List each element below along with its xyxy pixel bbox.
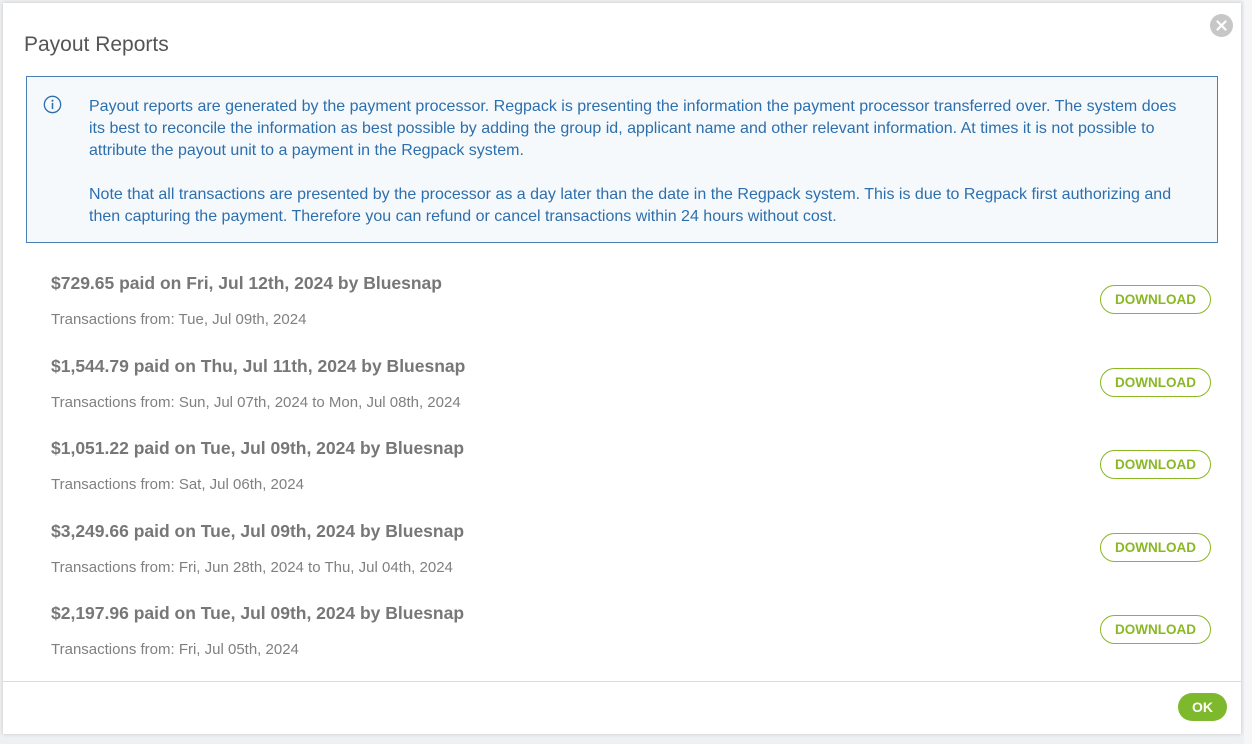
info-notice: Payout reports are generated by the paym… bbox=[26, 76, 1218, 243]
payout-item: $2,197.96 paid on Tue, Jul 09th, 2024 by… bbox=[51, 593, 1211, 676]
payout-transaction-range: Transactions from: Tue, Jul 09th, 2024 bbox=[51, 311, 307, 328]
payout-title: $1,051.22 paid on Tue, Jul 09th, 2024 by… bbox=[51, 438, 465, 459]
payout-title: $3,249.66 paid on Tue, Jul 09th, 2024 by… bbox=[51, 520, 465, 541]
payout-title: $1,544.79 paid on Thu, Jul 11th, 2024 by… bbox=[51, 355, 466, 376]
payout-reports-modal: Payout Reports Payout reports are genera… bbox=[3, 3, 1241, 734]
payout-transaction-range: Transactions from: Sat, Jul 06th, 2024 bbox=[51, 476, 304, 494]
payout-item: $3,249.66 paid on Tue, Jul 09th, 2024 by… bbox=[51, 511, 1211, 594]
payout-title: $2,197.96 paid on Tue, Jul 09th, 2024 by… bbox=[51, 603, 465, 624]
info-text: Payout reports are generated by the paym… bbox=[89, 96, 1189, 228]
modal-title: Payout Reports bbox=[24, 33, 169, 56]
info-icon bbox=[43, 95, 62, 114]
download-button[interactable]: DOWNLOAD bbox=[1100, 367, 1211, 397]
download-button[interactable]: DOWNLOAD bbox=[1100, 532, 1211, 562]
payout-title: $729.65 paid on Fri, Jul 12th, 2024 by B… bbox=[51, 273, 442, 293]
payout-item: $729.65 paid on Fri, Jul 12th, 2024 by B… bbox=[51, 263, 1211, 346]
payout-list: $729.65 paid on Fri, Jul 12th, 2024 by B… bbox=[51, 263, 1211, 676]
ok-button[interactable]: OK bbox=[1178, 693, 1227, 721]
footer-divider bbox=[3, 681, 1241, 682]
payout-transaction-range: Transactions from: Fri, Jun 28th, 2024 t… bbox=[51, 558, 453, 576]
payout-item: $1,051.22 paid on Tue, Jul 09th, 2024 by… bbox=[51, 428, 1211, 511]
close-icon bbox=[1216, 20, 1227, 31]
close-button[interactable] bbox=[1210, 14, 1233, 37]
background-page-edge bbox=[1244, 0, 1252, 744]
info-paragraph-timing: Note that all transactions are presented… bbox=[89, 186, 1172, 225]
download-button[interactable]: DOWNLOAD bbox=[1100, 450, 1211, 480]
download-button[interactable]: DOWNLOAD bbox=[1100, 285, 1211, 314]
payout-transaction-range: Transactions from: Sun, Jul 07th, 2024 t… bbox=[51, 393, 461, 411]
payout-transaction-range: Transactions from: Fri, Jul 05th, 2024 bbox=[51, 641, 299, 659]
payout-item: $1,544.79 paid on Thu, Jul 11th, 2024 by… bbox=[51, 346, 1211, 429]
download-button[interactable]: DOWNLOAD bbox=[1100, 615, 1211, 645]
info-paragraph-processor: Payout reports are generated by the paym… bbox=[89, 98, 1177, 159]
